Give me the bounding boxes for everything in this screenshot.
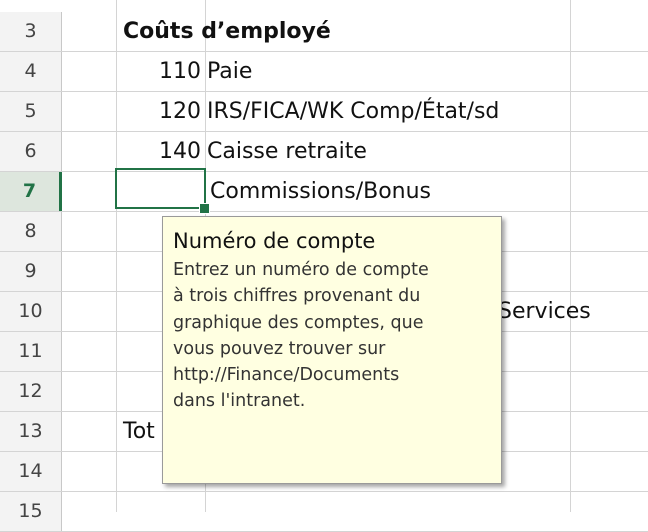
sheet-row[interactable]: 7 Commissions/Bonus bbox=[0, 172, 648, 212]
row-header-active[interactable]: 7 bbox=[0, 172, 62, 211]
tooltip-line: graphique des comptes, que bbox=[173, 312, 424, 333]
spreadsheet-grid: 3 Coûts d’employé 4 110 Paie 5 120 IRS/F… bbox=[0, 0, 648, 532]
row-header[interactable]: 13 bbox=[0, 412, 62, 451]
row-header[interactable]: 8 bbox=[0, 212, 62, 251]
row-header[interactable]: 10 bbox=[0, 292, 62, 331]
tooltip-line: Entrez un numéro de compte bbox=[173, 260, 429, 280]
active-cell-selection[interactable] bbox=[115, 168, 206, 209]
account-label-cell[interactable]: Paie bbox=[207, 52, 252, 91]
tooltip-line: dans l'intranet. bbox=[173, 391, 306, 412]
row-header[interactable]: 3 bbox=[0, 12, 62, 51]
tooltip-line: http://Finance/Documents bbox=[173, 365, 400, 386]
tooltip-line: à trois chiffres provenant du bbox=[173, 286, 421, 307]
row-header[interactable]: 4 bbox=[0, 52, 62, 91]
validation-input-message: Numéro de compte Entrez un numéro de com… bbox=[162, 216, 502, 484]
row-header[interactable]: 12 bbox=[0, 372, 62, 411]
account-label-cell[interactable]: Commissions/Bonus bbox=[210, 172, 431, 211]
total-label-cell[interactable]: Tot bbox=[123, 412, 155, 451]
account-number-cell[interactable]: 120 bbox=[116, 92, 205, 131]
row-header[interactable]: 6 bbox=[0, 132, 62, 171]
sheet-row[interactable]: 4 110 Paie bbox=[0, 52, 648, 92]
sheet-row[interactable]: 6 140 Caisse retraite bbox=[0, 132, 648, 172]
section-heading[interactable]: Coûts d’employé bbox=[123, 12, 331, 51]
row-header[interactable]: 5 bbox=[0, 92, 62, 131]
sheet-row[interactable]: 15 bbox=[0, 492, 648, 532]
tooltip-title: Numéro de compte bbox=[173, 229, 376, 253]
account-label-cell[interactable]: Caisse retraite bbox=[207, 132, 367, 171]
account-number-cell[interactable]: 140 bbox=[116, 132, 205, 171]
row-header[interactable]: 11 bbox=[0, 332, 62, 371]
account-label-cell[interactable]: Services bbox=[498, 292, 591, 331]
row-header[interactable]: 9 bbox=[0, 252, 62, 291]
fill-handle[interactable] bbox=[199, 203, 210, 214]
sheet-row[interactable]: 5 120 IRS/FICA/WK Comp/État/sd bbox=[0, 92, 648, 132]
sheet-row[interactable]: 3 Coûts d’employé bbox=[0, 12, 648, 52]
row-header[interactable]: 14 bbox=[0, 452, 62, 491]
account-label-cell[interactable]: IRS/FICA/WK Comp/État/sd bbox=[207, 92, 499, 131]
tooltip-line: vous pouvez trouver sur bbox=[173, 338, 386, 359]
tooltip-body: Entrez un numéro de compte à trois chiff… bbox=[173, 257, 493, 415]
account-number-cell[interactable]: 110 bbox=[116, 52, 205, 91]
